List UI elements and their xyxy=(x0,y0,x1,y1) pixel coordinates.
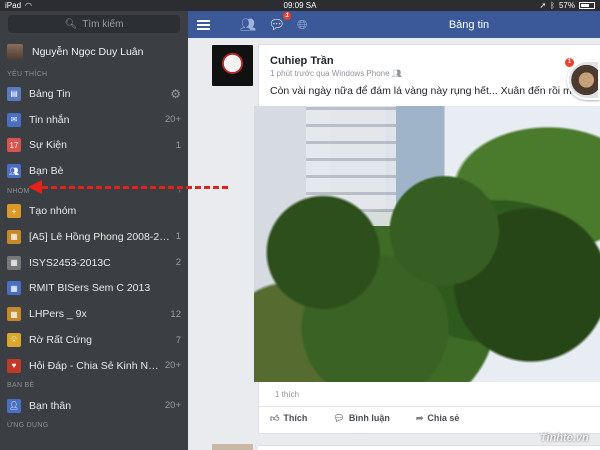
menu-icon[interactable] xyxy=(190,11,216,38)
sidebar-item[interactable]: ♥ Hỏi Đáp - Chia Sẻ Kinh Nghi... 20+ xyxy=(0,353,188,379)
sidebar-item[interactable]: 💡︎ Rờ Rất Cứng 7 xyxy=(0,327,188,353)
group-icon: ▦ xyxy=(7,281,21,296)
top-nav: 👥︎ 💬︎ 1 🌐︎ Bảng tin xyxy=(188,11,600,38)
groups-list: + Tạo nhóm ▦ [A5] Lê Hồng Phong 2008-2011 1 ▦… xyxy=(0,198,188,379)
share-icon: ➦ xyxy=(415,413,424,423)
messages-badge: 1 xyxy=(283,11,292,20)
post-meta-text: 1 phút trước qua Windows Phone xyxy=(270,69,390,78)
section-header-apps: ỨNG DỤNG xyxy=(0,419,188,433)
status-bar: iPad ◠ 09:09 SA ➚ ᛒ 57% xyxy=(0,0,600,11)
search-icon: 🔍︎ xyxy=(64,18,78,30)
favorites-list: ▤ Bảng Tin ⚙ ✉ Tin nhắn 20+ 17 Sự Kiện 1 👥︎ Bạn Bè xyxy=(0,81,188,184)
sidebar-item-label: Rờ Rất Cứng xyxy=(29,334,92,347)
sidebar-item-label: Sự Kiện xyxy=(29,139,67,152)
sidebar-item[interactable]: ▤ Bảng Tin ⚙ xyxy=(0,81,188,107)
group-icon: ▦ xyxy=(7,229,21,244)
news-feed-icon: ▤ xyxy=(7,86,21,101)
profile-item[interactable]: Nguyễn Ngọc Duy Luân xyxy=(0,37,188,67)
like-button[interactable]: 👍︎ Thích xyxy=(270,413,307,424)
comment-icon: 💬︎ xyxy=(333,413,345,423)
status-time: 09:09 SA xyxy=(283,1,317,10)
sidebar-item-count: 20+ xyxy=(164,400,181,412)
friends-icon: 👥︎ xyxy=(7,164,21,179)
create-group-icon: + xyxy=(7,204,21,219)
sidebar-item-count: 20+ xyxy=(164,360,181,372)
group-icon: ▦ xyxy=(7,307,21,322)
share-label: Chia sẻ xyxy=(427,413,460,423)
sidebar-item[interactable]: ▦ RMIT BISers Sem C 2013 xyxy=(0,276,188,302)
annotation-arrow-head xyxy=(28,180,42,194)
post-photo[interactable] xyxy=(254,106,600,382)
gear-icon[interactable]: ⚙ xyxy=(170,87,181,101)
sidebar-item-label: Bạn Bè xyxy=(29,165,64,178)
sidebar-item-label: ISYS2453-2013C xyxy=(29,256,111,269)
like-label: Thích xyxy=(283,413,308,423)
sidebar-item-label: Hỏi Đáp - Chia Sẻ Kinh Nghi... xyxy=(29,359,159,372)
calendar-icon: 17 xyxy=(7,138,21,153)
sidebar-item[interactable]: ▦ [A5] Lê Hồng Phong 2008-2011 1 xyxy=(0,224,188,250)
heart-icon: ♥ xyxy=(7,358,21,373)
comment-button[interactable]: 💬︎ Bình luận xyxy=(333,413,389,424)
comment-label: Bình luận xyxy=(348,413,390,423)
thumbs-up-icon: 👍︎ xyxy=(270,413,280,423)
sidebar-item-label: Tạo nhóm xyxy=(29,205,77,218)
post-actions: 👍︎ Thích 💬︎ Bình luận ➦ Chia sẻ xyxy=(270,413,459,424)
sidebar-item[interactable]: ▦ LHPers _ 9x 12 xyxy=(0,301,188,327)
sidebar-item-label: [A5] Lê Hồng Phong 2008-2011 xyxy=(29,230,170,243)
sidebar-item-count: 2 xyxy=(175,257,181,269)
chat-head-badge: 1 xyxy=(565,58,574,67)
divider xyxy=(258,406,600,407)
sidebar-item[interactable]: + Tạo nhóm xyxy=(0,198,188,224)
sidebar-item-count: 12 xyxy=(170,308,181,320)
like-count[interactable]: 1 thích xyxy=(275,390,299,399)
sidebar-item[interactable]: ▦ ISYS2453-2013C 2 xyxy=(0,250,188,276)
sidebar-item-label: Tin nhắn xyxy=(29,113,70,126)
share-button[interactable]: ➦ Chia sẻ xyxy=(416,413,460,424)
post-author[interactable]: Cuhiep Trần xyxy=(270,55,334,67)
sidebar-item[interactable]: 17 Sự Kiện 1 xyxy=(0,133,188,159)
post-author-avatar[interactable] xyxy=(212,45,253,86)
avatar xyxy=(7,44,23,60)
close-friends-icon: 👤︎ xyxy=(7,398,21,413)
sidebar-item-label: LHPers _ 9x xyxy=(29,308,87,321)
section-label: BẠN BÈ xyxy=(7,382,35,390)
messages-icon[interactable]: 💬︎ 1 xyxy=(269,11,292,33)
sidebar-item-label: Bạn thân xyxy=(29,399,72,412)
sidebar-item[interactable]: ✉ Tin nhắn 20+ xyxy=(0,107,188,133)
section-label: ỨNG DỤNG xyxy=(7,422,49,430)
profile-name: Nguyễn Ngọc Duy Luân xyxy=(32,46,144,58)
sidebar-item-count: 1 xyxy=(175,139,181,151)
battery-icon xyxy=(579,2,595,9)
group-icon: ▦ xyxy=(7,255,21,270)
sidebar-item-count: 1 xyxy=(175,231,181,243)
sidebar-item[interactable]: 👤︎ Bạn thân 20+ xyxy=(0,393,188,419)
bulb-icon: 💡︎ xyxy=(7,333,21,348)
post-meta: 1 phút trước qua Windows Phone 👥︎ xyxy=(270,69,402,78)
sidebar-item-count: 20+ xyxy=(164,114,181,126)
sidebar: 🔍︎ Tìm kiếm Nguyễn Ngọc Duy Luân YÊU THÍ… xyxy=(0,11,188,450)
post-text: Còn vài ngày nữa để đám lá vàng này rụng… xyxy=(270,85,575,97)
search-input[interactable]: 🔍︎ Tìm kiếm xyxy=(8,15,180,33)
friends-audience-icon: 👥︎ xyxy=(391,69,402,78)
friends-list: 👤︎ Bạn thân 20+ xyxy=(0,393,188,419)
sidebar-item-count: 7 xyxy=(175,334,181,346)
messages-icon: ✉ xyxy=(7,112,21,127)
friend-requests-icon[interactable]: 👥︎ xyxy=(240,17,257,33)
section-label: YÊU THÍCH xyxy=(7,70,48,78)
annotation-arrow-line xyxy=(42,186,228,189)
sidebar-item-label: Bảng Tin xyxy=(29,87,71,100)
notifications-globe-icon[interactable]: 🌐︎ xyxy=(297,17,307,33)
next-post-avatar[interactable] xyxy=(212,444,253,450)
search-placeholder: Tìm kiếm xyxy=(82,18,124,30)
section-header-friends: BẠN BÈ xyxy=(0,379,188,393)
sidebar-item-label: RMIT BISers Sem C 2013 xyxy=(29,282,151,295)
section-label: NHÓM xyxy=(7,187,30,195)
section-header-favorites: YÊU THÍCH xyxy=(0,67,188,81)
photo-foliage xyxy=(254,166,600,382)
next-post-card xyxy=(258,445,600,450)
watermark: Tinhte.vn xyxy=(540,432,589,444)
